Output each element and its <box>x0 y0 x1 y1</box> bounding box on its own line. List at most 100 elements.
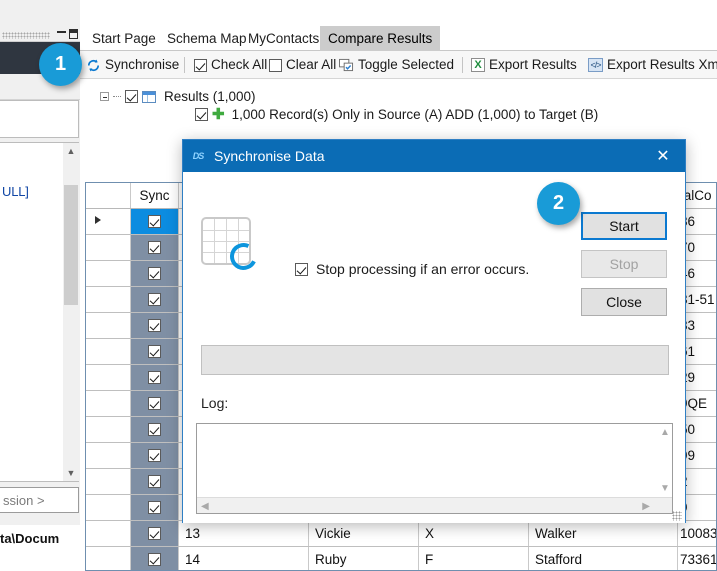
chevron-down-icon[interactable]: ▼ <box>660 483 670 494</box>
row-sync-checkbox[interactable] <box>131 261 179 286</box>
tree-node-record-add[interactable]: ✚ 1,000 Record(s) Only in Source (A) ADD… <box>195 106 598 123</box>
column-header-rowindicator[interactable] <box>86 183 131 208</box>
dialog-title-bar[interactable]: DS Synchronise Data ✕ <box>183 140 685 172</box>
checkbox-checked-icon[interactable] <box>148 371 161 384</box>
row-sync-checkbox[interactable] <box>131 339 179 364</box>
cell-first[interactable]: Ruby <box>309 547 419 570</box>
row-sync-checkbox[interactable] <box>131 521 179 546</box>
check-all-button[interactable]: Check All <box>194 55 267 75</box>
expression-placeholder: ssion > <box>3 493 45 508</box>
cell-num[interactable]: 13 <box>179 521 309 546</box>
checkbox-checked-icon[interactable] <box>148 267 161 280</box>
cell-mi[interactable]: X <box>419 521 529 546</box>
row-sync-checkbox[interactable] <box>131 391 179 416</box>
cell-postal[interactable]: 73361-40 <box>678 547 716 570</box>
chevron-left-icon[interactable]: ◀ <box>201 501 209 512</box>
row-indicator[interactable] <box>86 261 131 286</box>
panel-close-icon[interactable] <box>69 29 78 39</box>
close-icon[interactable]: ✕ <box>641 140 685 172</box>
row-indicator[interactable] <box>86 365 131 390</box>
cell-postal[interactable]: 10083 <box>678 521 716 546</box>
row-sync-checkbox[interactable] <box>131 469 179 494</box>
collapse-icon[interactable] <box>100 92 109 101</box>
log-horizontal-scrollbar[interactable]: ◀ ▶ <box>197 497 672 513</box>
tab-compare-results[interactable]: Compare Results <box>320 26 441 51</box>
checkbox-checked-icon[interactable] <box>148 241 161 254</box>
row-sync-checkbox[interactable] <box>131 235 179 260</box>
log-textarea[interactable]: ▲ ▼ ◀ ▶ <box>196 423 673 514</box>
row-sync-checkbox[interactable] <box>131 547 179 570</box>
panel-grip-icon <box>2 32 50 39</box>
stop-on-error-label: Stop processing if an error occurs. <box>316 261 530 277</box>
toggle-selected-button[interactable]: Toggle Selected <box>339 55 454 75</box>
toolbar-separator <box>184 57 185 73</box>
row-indicator[interactable] <box>86 287 131 312</box>
clear-all-button[interactable]: Clear All <box>269 55 336 75</box>
cell-last[interactable]: Stafford <box>529 547 678 570</box>
row-indicator[interactable] <box>86 339 131 364</box>
row-indicator[interactable] <box>86 313 131 338</box>
checkbox-checked-icon[interactable] <box>148 397 161 410</box>
cell-num[interactable]: 14 <box>179 547 309 570</box>
row-indicator[interactable] <box>86 209 131 234</box>
cell-first[interactable]: Vickie <box>309 521 419 546</box>
log-vertical-scrollbar[interactable]: ▲ ▼ <box>656 424 672 497</box>
checkbox-checked-icon[interactable] <box>125 90 138 103</box>
checkbox-checked-icon[interactable] <box>148 475 161 488</box>
chevron-up-icon[interactable]: ▲ <box>63 143 79 159</box>
export-results-button[interactable]: X Export Results <box>471 55 577 75</box>
cell-last[interactable]: Walker <box>529 521 678 546</box>
dialog-body: Stop processing if an error occurs. Star… <box>183 172 685 523</box>
chevron-up-icon[interactable]: ▲ <box>660 427 670 438</box>
synchronise-label: Synchronise <box>105 57 180 72</box>
close-button[interactable]: Close <box>581 288 667 316</box>
row-indicator[interactable] <box>86 391 131 416</box>
export-results-xml-button[interactable]: </> Export Results Xml <box>588 55 717 75</box>
cell-mi[interactable]: F <box>419 547 529 570</box>
tab-mycontacts[interactable]: MyContacts <box>240 26 327 51</box>
row-indicator[interactable] <box>86 235 131 260</box>
dialog-button-column: Start Stop Close <box>581 212 667 326</box>
dialog-resize-grip[interactable] <box>672 511 682 521</box>
row-sync-checkbox[interactable] <box>131 287 179 312</box>
tree-node-results-label: Results (1,000) <box>164 89 256 104</box>
scrollbar-thumb[interactable] <box>64 185 78 305</box>
column-header-sync[interactable]: Sync <box>131 183 179 208</box>
checkbox-checked-icon[interactable] <box>148 553 161 566</box>
checkbox-checked-icon[interactable] <box>148 423 161 436</box>
checkbox-checked-icon[interactable] <box>195 108 208 121</box>
row-sync-checkbox[interactable] <box>131 417 179 442</box>
row-indicator[interactable] <box>86 547 131 570</box>
stop-on-error-checkbox[interactable]: Stop processing if an error occurs. <box>295 261 529 277</box>
checkbox-checked-icon[interactable] <box>148 293 161 306</box>
document-path-text: ta\Docum <box>0 531 60 546</box>
row-indicator[interactable] <box>86 469 131 494</box>
panel-list-scrollbar[interactable]: ▲ ▼ <box>63 143 79 481</box>
checkbox-checked-icon[interactable] <box>295 262 308 276</box>
row-indicator[interactable] <box>86 521 131 546</box>
checkbox-checked-icon[interactable] <box>148 527 161 540</box>
synchronise-button[interactable]: Synchronise <box>86 55 179 75</box>
table-row[interactable]: 13 Vickie X Walker 10083 <box>86 521 716 547</box>
checkbox-checked-icon[interactable] <box>148 501 161 514</box>
row-sync-checkbox[interactable] <box>131 495 179 520</box>
chevron-right-icon[interactable]: ▶ <box>642 501 650 512</box>
row-indicator[interactable] <box>86 417 131 442</box>
row-indicator[interactable] <box>86 443 131 468</box>
row-indicator[interactable] <box>86 495 131 520</box>
row-sync-checkbox[interactable] <box>131 209 179 234</box>
start-button[interactable]: Start <box>581 212 667 240</box>
chevron-down-icon[interactable]: ▼ <box>63 465 79 481</box>
panel-field-box[interactable] <box>0 100 79 138</box>
row-sync-checkbox[interactable] <box>131 365 179 390</box>
tab-start-page[interactable]: Start Page <box>84 26 164 51</box>
row-sync-checkbox[interactable] <box>131 443 179 468</box>
row-sync-checkbox[interactable] <box>131 313 179 338</box>
checkbox-checked-icon[interactable] <box>148 215 161 228</box>
tree-node-results[interactable]: Results (1,000) <box>100 88 256 105</box>
checkbox-checked-icon[interactable] <box>148 449 161 462</box>
table-row[interactable]: 14RubyFStafford73361-40 <box>86 547 716 570</box>
checkbox-checked-icon[interactable] <box>148 345 161 358</box>
panel-pin-icon[interactable] <box>57 31 66 33</box>
checkbox-checked-icon[interactable] <box>148 319 161 332</box>
